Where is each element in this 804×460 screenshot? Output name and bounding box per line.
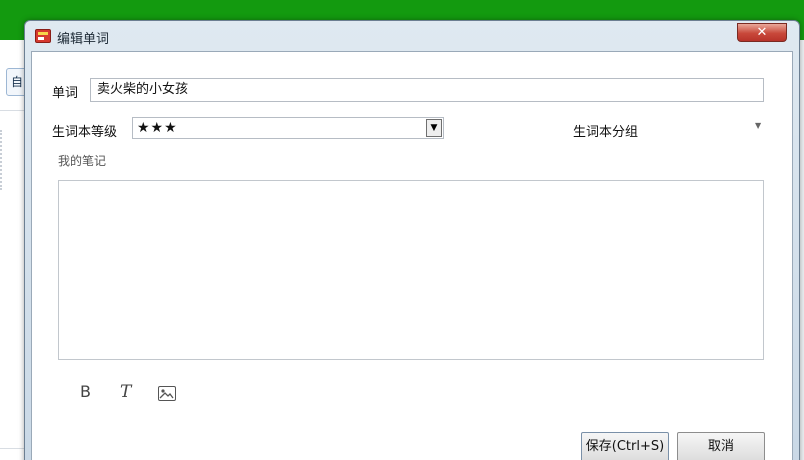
cancel-button[interactable]: 取消	[677, 432, 765, 460]
level-value: ★★★	[137, 120, 178, 136]
group-label: 生词本分组	[573, 125, 639, 140]
dialog-titlebar[interactable]: 编辑单词 ✕	[25, 21, 799, 51]
edit-word-dialog: 编辑单词 ✕ 单词 卖火柴的小女孩 生词本等级 ★★★ ▼ 生词本分组 ▼ 我的…	[24, 20, 800, 460]
image-icon[interactable]	[158, 386, 176, 401]
group-dropdown-icon[interactable]: ▼	[755, 121, 761, 130]
chevron-down-icon[interactable]: ▼	[426, 119, 442, 137]
notes-label: 我的笔记	[58, 154, 107, 168]
word-label: 单词	[52, 86, 79, 101]
background-dotted-line	[0, 130, 6, 190]
close-button[interactable]: ✕	[737, 23, 787, 42]
dialog-body: 单词 卖火柴的小女孩 生词本等级 ★★★ ▼ 生词本分组 ▼ 我的笔记 B T …	[31, 51, 793, 460]
dialog-title: 编辑单词	[57, 32, 110, 47]
level-label: 生词本等级	[52, 125, 118, 140]
background-panel-edge	[800, 40, 804, 460]
screen: 自 编辑单词 ✕ 单词 卖火柴的小女孩 生词本等级 ★★★ ▼ 生词本分组 ▼ …	[0, 0, 804, 460]
bold-button[interactable]: B	[80, 382, 91, 404]
level-select[interactable]: ★★★ ▼	[132, 117, 444, 139]
app-logo-icon	[35, 29, 51, 43]
image-icon-graphic	[159, 389, 174, 399]
notes-textarea[interactable]	[58, 180, 764, 360]
italic-button[interactable]: T	[120, 382, 131, 404]
word-input[interactable]: 卖火柴的小女孩	[90, 78, 764, 102]
save-button[interactable]: 保存(Ctrl+S)	[581, 432, 669, 460]
